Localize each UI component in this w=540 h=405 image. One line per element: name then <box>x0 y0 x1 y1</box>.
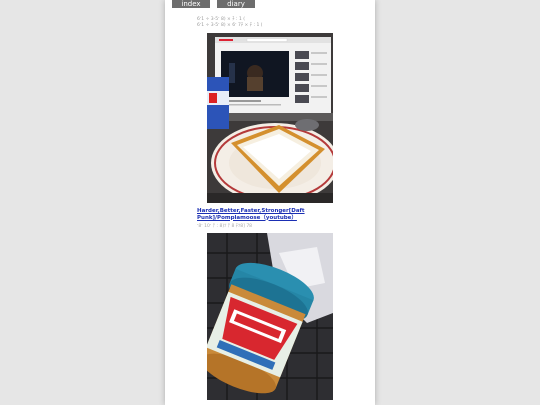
top-nav: index diary index <box>165 0 375 16</box>
entry-meta-line-1: 6ʼ1 ÷ 3-5ʼ 8) × ﾁ︰1 ( <box>197 17 246 22</box>
index-button[interactable]: index <box>172 0 210 8</box>
skippy-jar-photo <box>207 233 333 400</box>
entry-caption: ʼ8ʼ 10ʼ ﾃ︰8)ﾂ ﾃ 8 ﾁﾂ8] 78 <box>197 224 253 229</box>
toast-with-laptop-photo <box>207 33 333 203</box>
diary-index-button[interactable]: diary index <box>217 0 255 16</box>
youtube-link[interactable]: Harder,Better,Faster,Stronger[Daft Punk]… <box>197 208 347 221</box>
diary-page: index diary index 6ʼ1 ÷ 3-5ʼ 8) × ﾁ︰1 ( … <box>165 0 375 405</box>
skippy-photo-svg <box>207 233 333 400</box>
toast-photo-svg <box>207 33 333 203</box>
entry-meta-line-2: 6ʼ1 ÷ 3-5ʼ 8) × 6ʼ 7ﾁ × ﾁ︰1 ( <box>197 23 263 28</box>
